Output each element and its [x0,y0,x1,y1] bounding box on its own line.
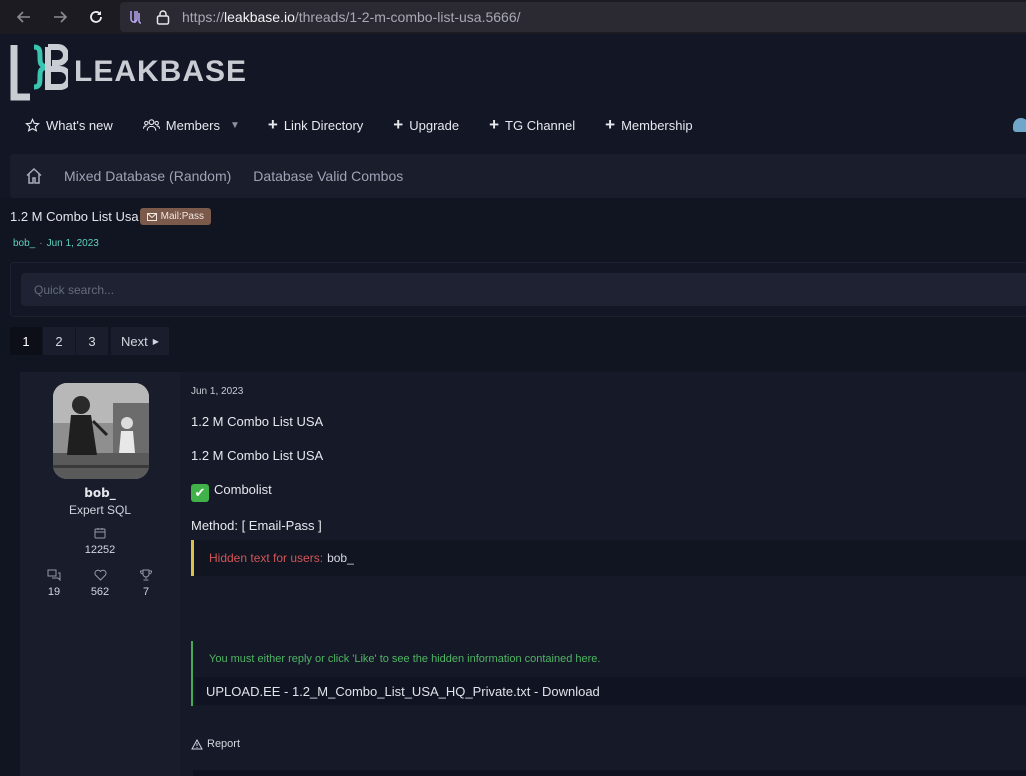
nav-tg-channel[interactable]: + TG Channel [489,115,575,135]
forward-button[interactable] [48,6,72,28]
reply-notice: You must either reply or click 'Like' to… [209,653,601,665]
caret-right-icon: ▶ [152,336,159,346]
avatar[interactable] [53,383,149,479]
hidden-content-box: Hidden text for users: bob_ [191,540,1026,576]
reactions-value: 562 [90,586,110,598]
url-bar[interactable]: https://leakbase.io/threads/1-2-m-combo-… [120,2,1026,32]
joined-stat: 12252 [20,527,180,556]
post-user-cell: bob_ Expert SQL 12252 19 562 7 [20,372,180,776]
breadcrumb: Mixed Database (Random) Database Valid C… [10,154,1026,198]
check-mark-icon: ✔ [191,484,209,502]
trophy-icon [123,569,169,585]
post-line-3: ✔ Combolist [191,482,272,502]
reply-to-view-box: You must either reply or click 'Like' to… [191,641,1026,706]
browser-toolbar: https://leakbase.io/threads/1-2-m-combo-… [0,0,1026,34]
hidden-user[interactable]: bob_ [327,551,354,565]
site-permissions-icon[interactable] [128,9,144,25]
report-link[interactable]: Report [191,738,240,750]
warning-icon [191,738,203,749]
cloud-icon[interactable] [1013,118,1026,132]
messages-value: 19 [47,586,61,598]
arrow-right-icon [54,11,68,23]
post-footer-strip [193,770,1026,776]
file-download-line[interactable]: UPLOAD.EE - 1.2_M_Combo_List_USA_HQ_Priv… [195,677,1026,705]
thread-author[interactable]: bob_ [13,238,35,249]
calendar-icon [20,527,180,543]
nav-membership[interactable]: + Membership [605,115,692,135]
nav-label: Upgrade [409,117,460,133]
prefix-badge[interactable]: Mail:Pass [139,208,211,225]
meta-separator: · [39,238,43,249]
users-icon [142,119,160,131]
home-icon[interactable] [24,166,44,186]
post-date[interactable]: Jun 1, 2023 [191,386,243,397]
post-method: Method: [ Email-Pass ] [191,518,322,533]
lock-icon[interactable] [156,9,170,25]
heart-icon [77,569,123,585]
nav-upgrade[interactable]: + Upgrade [393,115,459,135]
plus-icon: + [605,115,616,134]
reload-icon [90,11,102,23]
url-path: /threads/1-2-m-combo-list-usa.5666/ [294,9,521,25]
thread-title: 1.2 M Combo List Usa Mail:Pass [10,208,211,225]
next-page-button[interactable]: Next ▶ [111,327,169,355]
arrow-left-icon [16,11,30,23]
nav-label: Membership [621,117,693,133]
breadcrumb-item-mixed-database[interactable]: Mixed Database (Random) [64,168,231,184]
nav-label: Link Directory [283,117,364,133]
thread-meta: bob_ · Jun 1, 2023 [13,238,99,249]
post-username[interactable]: bob_ [20,486,180,500]
nav-label: What's new [46,117,113,133]
envelope-icon [146,212,157,221]
url-text: https://leakbase.io/threads/1-2-m-combo-… [182,9,521,25]
plus-icon: + [267,115,278,134]
breadcrumb-item-valid-combos[interactable]: Database Valid Combos [253,168,403,184]
post-line-1: 1.2 M Combo List USA [191,414,324,429]
nav-whats-new[interactable]: What's new [25,118,113,133]
plus-icon: + [489,115,500,134]
url-host: leakbase.io [224,9,295,25]
nav-label: TG Channel [505,117,576,133]
avatar-photo [53,383,149,479]
post-line-2: 1.2 M Combo List USA [191,448,324,463]
nav-members[interactable]: Members ▼ [142,117,240,133]
points-value: 7 [142,586,150,598]
page-1[interactable]: 1 [10,327,42,355]
nav-link-directory[interactable]: + Link Directory [268,115,363,135]
thread-title-text: 1.2 M Combo List Usa [10,209,139,224]
joined-value: 12252 [84,544,116,556]
back-button[interactable] [12,6,36,28]
search-input[interactable] [21,273,1026,306]
points-stat: 7 [123,569,169,598]
logo-mark-icon [10,44,68,101]
reactions-stat: 562 [77,569,123,598]
site-header: LEAKBASE What's new Members ▼ + Link Dir… [0,34,1026,198]
combolist-text: Combolist [214,482,272,497]
page-2[interactable]: 2 [43,327,75,355]
hidden-label: Hidden text for users: [209,551,324,565]
prefix-label: Mail:Pass [160,211,204,222]
post-body: Jun 1, 2023 1.2 M Combo List USA 1.2 M C… [191,372,1026,776]
page-3[interactable]: 3 [76,327,108,355]
main-nav: What's new Members ▼ + Link Directory + … [0,110,723,140]
star-icon [25,117,40,132]
nav-label: Members [165,117,220,133]
site-logo[interactable]: LEAKBASE [10,40,247,104]
messages-stat: 19 [31,569,77,598]
user-stats: 19 562 7 [20,569,180,598]
pagination: 1 2 3 Next ▶ [10,327,170,355]
logo-text: LEAKBASE [74,55,248,88]
post: bob_ Expert SQL 12252 19 562 7 Jun 1, 20… [20,372,1026,776]
quick-search-block [10,262,1026,317]
next-label: Next [121,333,148,349]
plus-icon: + [393,115,404,134]
chevron-down-icon[interactable]: ▼ [230,120,240,131]
reload-button[interactable] [84,6,108,28]
report-label: Report [207,738,241,750]
thread-date[interactable]: Jun 1, 2023 [47,238,99,249]
comments-icon [31,569,77,585]
user-title: Expert SQL [68,503,132,517]
